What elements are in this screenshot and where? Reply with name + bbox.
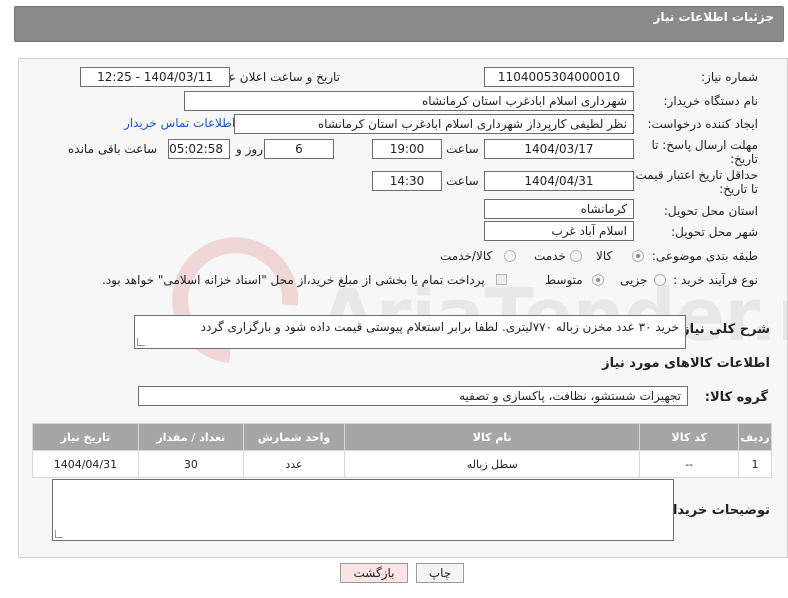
need-number-field: 1104005304000010 bbox=[484, 67, 634, 87]
category-radio-goods[interactable] bbox=[632, 250, 644, 262]
province-label: استان محل تحویل: bbox=[663, 204, 758, 218]
announce-field: 1404/03/11 - 12:25 bbox=[80, 67, 230, 87]
buyer-notes-label: توضیحات خریدار: bbox=[660, 503, 770, 518]
col-header-unit: واحد شمارش bbox=[242, 423, 346, 451]
goods-group-field: تجهیزات شستشو، نظافت، پاکسازی و تصفیه bbox=[138, 386, 688, 406]
resize-handle-icon[interactable] bbox=[55, 530, 63, 538]
province-field: کرمانشاه bbox=[484, 199, 634, 219]
deadline-date-label: تاریخ: bbox=[730, 152, 758, 166]
goods-group-label: گروه کالا: bbox=[704, 390, 768, 405]
cell-unit: عدد bbox=[242, 450, 346, 478]
treasury-payment-note: پرداخت تمام یا بخشی از مبلغ خرید،از محل … bbox=[102, 273, 485, 287]
deadline-time-field: 19:00 bbox=[372, 139, 442, 159]
process-option-medium: متوسط bbox=[545, 273, 583, 287]
table-header-row: ردیف کد کالا نام کالا واحد شمارش تعداد /… bbox=[32, 423, 772, 451]
buyer-contact-link[interactable]: اطلاعات تماس خریدار bbox=[124, 116, 235, 130]
col-header-name: نام کالا bbox=[344, 423, 641, 451]
category-label: طبقه بندی موضوعی: bbox=[651, 249, 758, 263]
buyer-org-label: نام دستگاه خریدار: bbox=[663, 94, 759, 108]
validity-date-label: تا تاریخ: bbox=[719, 182, 758, 196]
col-header-code: کد کالا bbox=[639, 423, 740, 451]
description-label: شرح کلی نیاز: bbox=[676, 322, 770, 337]
deadline-label: مهلت ارسال پاسخ: تا bbox=[651, 138, 758, 152]
creator-field: نظر لطیفی کارپرداز شهرداری اسلام ابادغرب… bbox=[234, 114, 634, 134]
process-radio-medium[interactable] bbox=[592, 274, 604, 286]
validity-date-field: 1404/04/31 bbox=[484, 171, 634, 191]
category-radio-service[interactable] bbox=[570, 250, 582, 262]
print-button[interactable]: چاپ bbox=[416, 563, 464, 583]
category-option-service: خدمت bbox=[534, 249, 566, 263]
validity-time-field: 14:30 bbox=[372, 171, 442, 191]
need-number-label: شماره نیاز: bbox=[701, 70, 758, 84]
cell-name: سطل زباله bbox=[344, 450, 641, 478]
cell-quantity: 30 bbox=[137, 450, 244, 478]
treasury-payment-checkbox[interactable] bbox=[496, 274, 507, 285]
page-title: جزئیات اطلاعات نیاز bbox=[653, 10, 774, 24]
table-row: 1 -- سطل زباله عدد 30 1404/04/31 bbox=[32, 450, 772, 478]
city-label: شهر محل تحویل: bbox=[671, 225, 758, 239]
creator-label: ایجاد کننده درخواست: bbox=[647, 117, 758, 131]
deadline-date-field: 1404/03/17 bbox=[484, 139, 634, 159]
category-option-goods: کالا bbox=[596, 249, 613, 263]
process-option-minor: جزیی bbox=[620, 273, 648, 287]
days-remaining-field: 6 bbox=[264, 139, 334, 159]
time-remaining-field: 05:02:58 bbox=[168, 139, 230, 159]
days-label: روز و bbox=[236, 142, 263, 156]
validity-time-label: ساعت bbox=[446, 174, 479, 188]
process-radio-minor[interactable] bbox=[654, 274, 666, 286]
resize-handle-icon[interactable] bbox=[137, 338, 145, 346]
validity-label: حداقل تاریخ اعتبار قیمت: bbox=[631, 168, 758, 182]
process-label: نوع فرآیند خرید : bbox=[673, 273, 758, 287]
cell-code: -- bbox=[639, 450, 740, 478]
description-field: خرید ۳۰ عدد مخزن زباله ۷۷۰لیتری. لطفا بر… bbox=[134, 315, 686, 349]
deadline-time-label: ساعت bbox=[446, 142, 479, 156]
col-header-row: ردیف bbox=[738, 423, 772, 451]
description-text: خرید ۳۰ عدد مخزن زباله ۷۷۰لیتری. لطفا بر… bbox=[200, 320, 679, 334]
col-header-quantity: تعداد / مقدار bbox=[137, 423, 244, 451]
col-header-date: تاریخ نیاز bbox=[32, 423, 139, 451]
time-remaining-label: ساعت باقی مانده bbox=[68, 142, 158, 156]
goods-table: ردیف کد کالا نام کالا واحد شمارش تعداد /… bbox=[32, 423, 772, 478]
category-option-both: کالا/خدمت bbox=[440, 249, 493, 263]
buyer-org-field: شهرداری اسلام ابادغرب استان کرمانشاه bbox=[184, 91, 634, 111]
buyer-notes-field[interactable] bbox=[52, 479, 674, 541]
back-button[interactable]: بازگشت bbox=[340, 563, 408, 583]
city-field: اسلام آباد غرب bbox=[484, 221, 634, 241]
category-radio-both[interactable] bbox=[504, 250, 516, 262]
cell-row: 1 bbox=[738, 450, 772, 478]
cell-date: 1404/04/31 bbox=[32, 450, 139, 478]
goods-info-title: اطلاعات کالاهای مورد نیاز bbox=[602, 356, 770, 371]
